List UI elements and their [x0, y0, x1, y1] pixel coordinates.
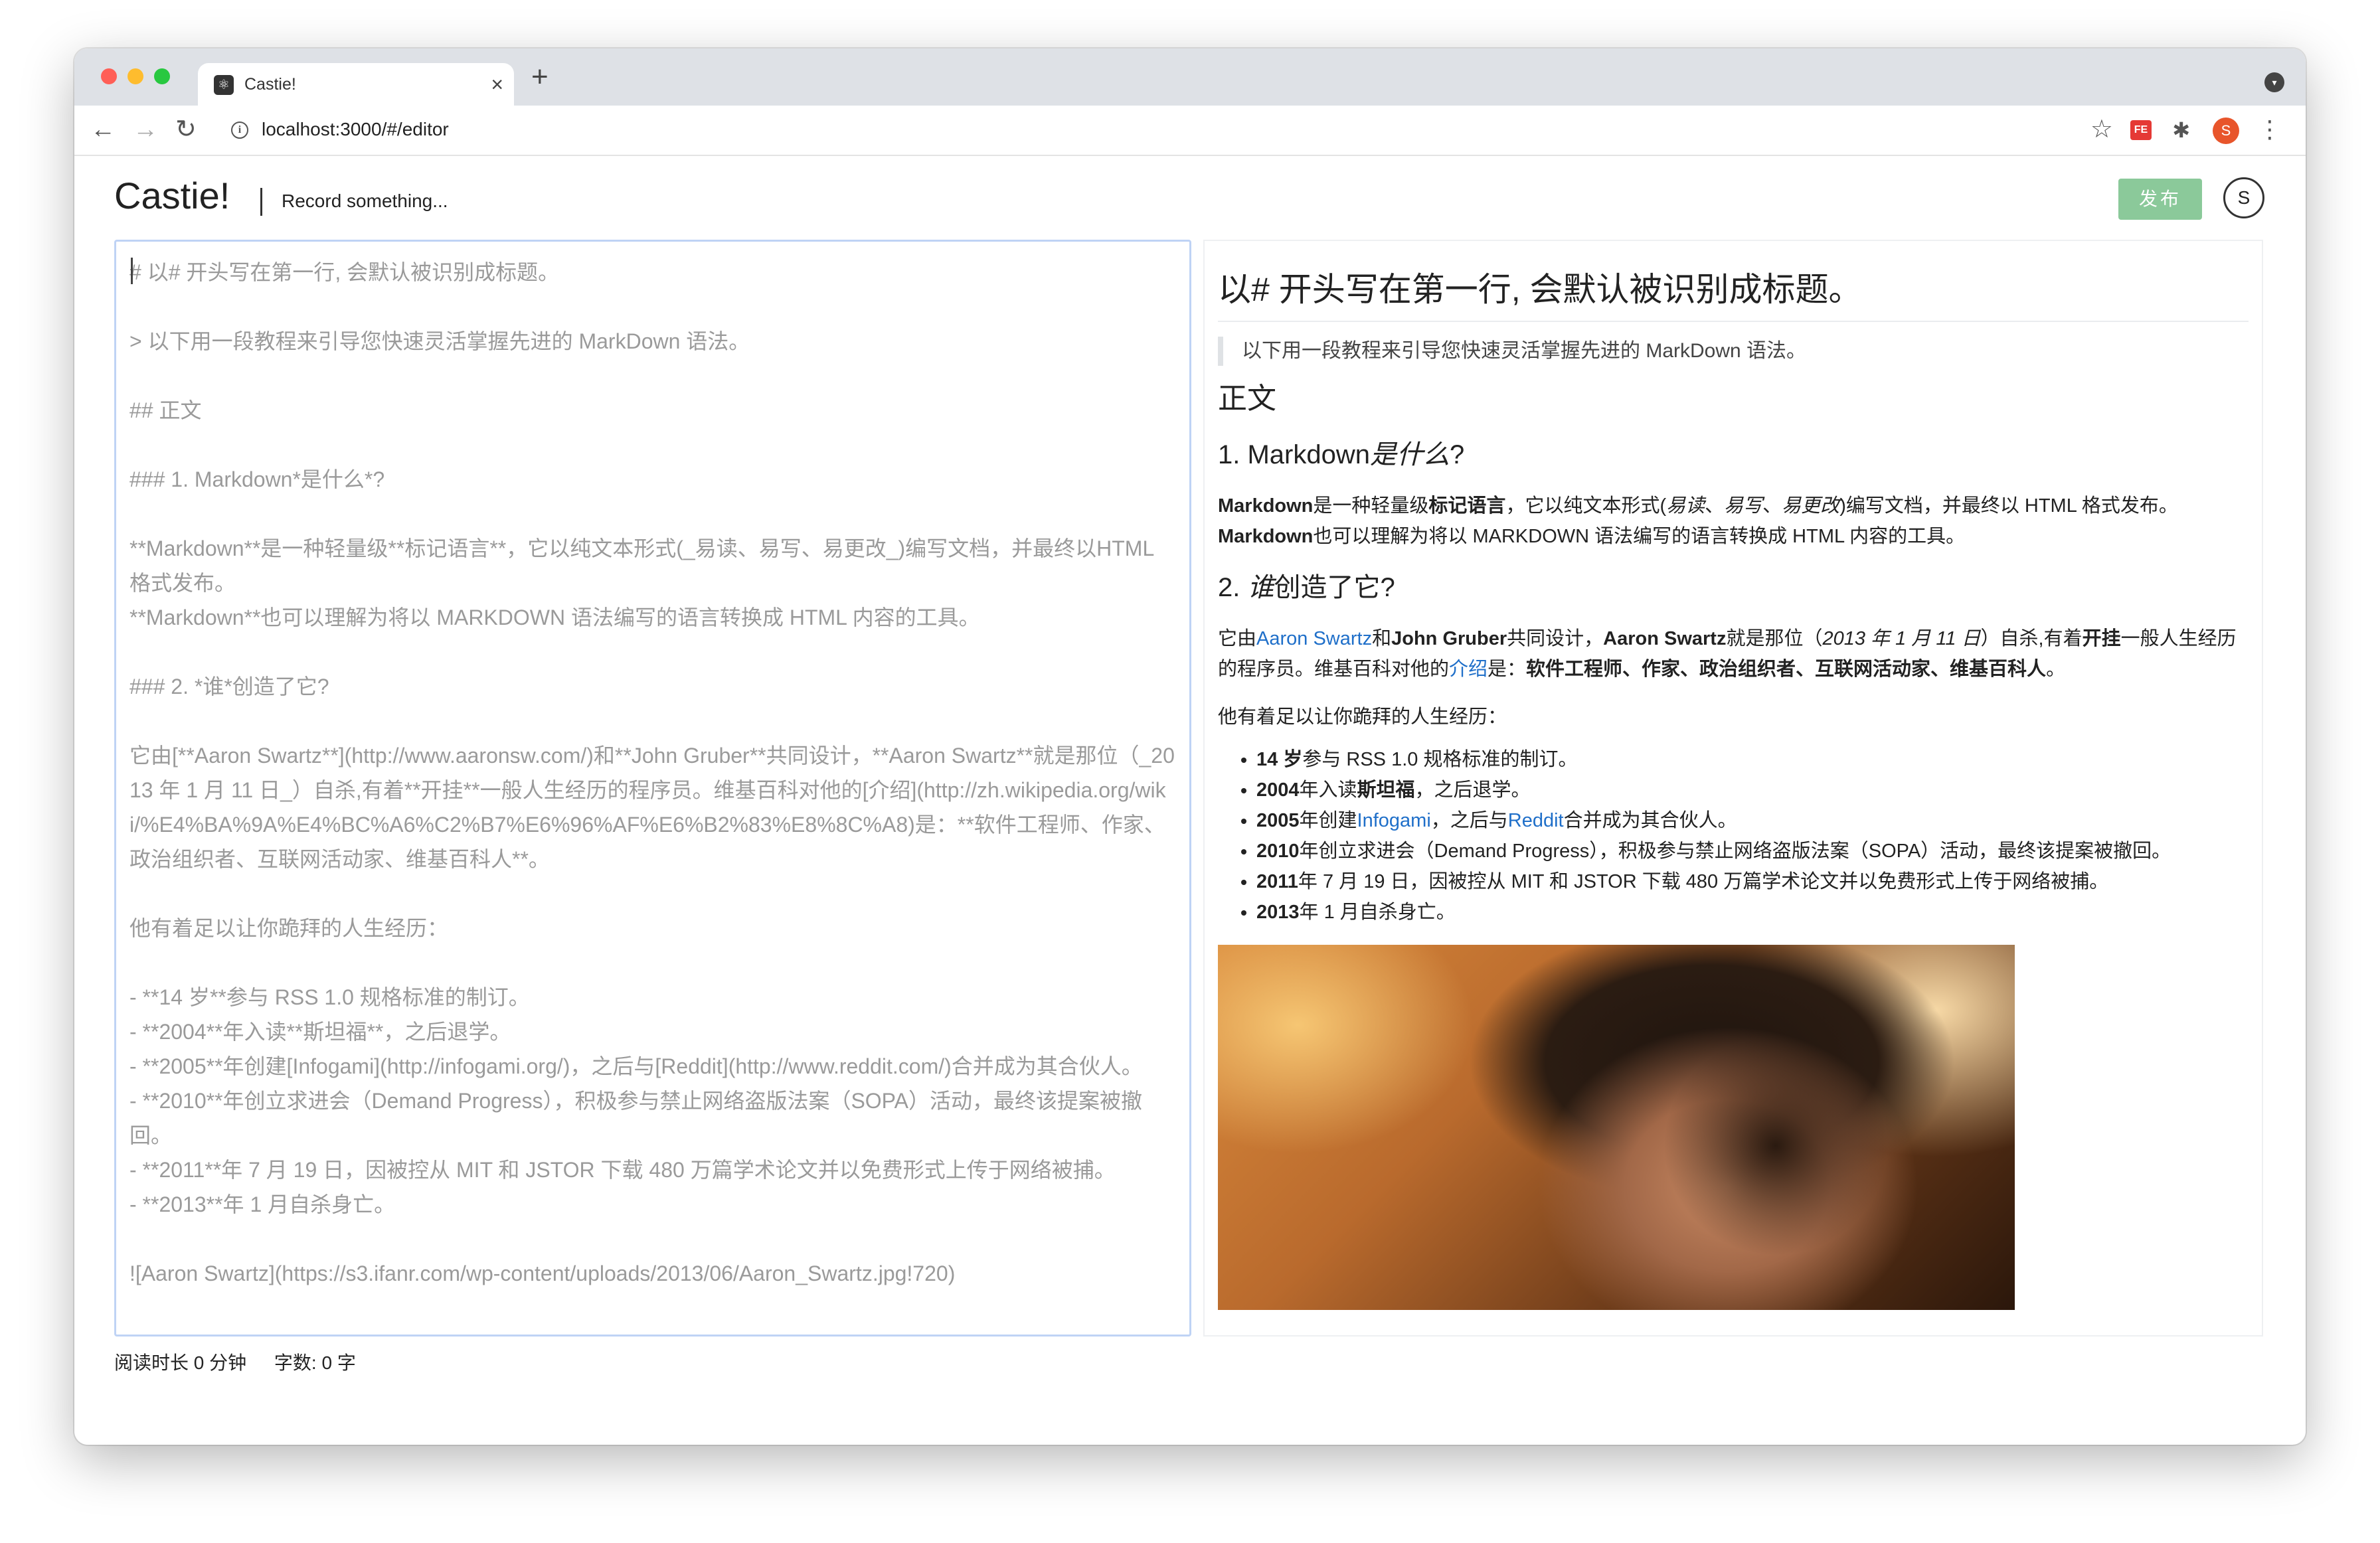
preview-paragraph-life: 他有着足以让你跪拜的人生经历： — [1218, 706, 1507, 728]
list-item: 14 岁参与 RSS 1.0 规格标准的制订。 — [1256, 744, 2249, 775]
aaron-swartz-link[interactable]: Aaron Swartz — [1256, 628, 1372, 649]
editor-line: ### 2. *谁*创造了它? — [129, 675, 329, 698]
fe-extension-icon[interactable]: FE — [2130, 120, 2152, 140]
word-count: 字数: 0 字 — [274, 1352, 356, 1373]
editor-line: **Markdown**也可以理解为将以 MARKDOWN 语法编写的语言转换成… — [129, 606, 980, 629]
editor-line: # 以# 开头写在第一行, 会默认被识别成标题。 — [129, 260, 560, 284]
reddit-link[interactable]: Reddit — [1508, 810, 1564, 831]
user-avatar[interactable]: S — [2223, 177, 2264, 218]
markdown-editor[interactable]: # 以# 开头写在第一行, 会默认被识别成标题。 > 以下用一段教程来引导您快速灵… — [114, 240, 1191, 1337]
record-status: Record something... — [282, 191, 448, 211]
text-caret — [131, 258, 133, 284]
editor-line: 它由[**Aaron Swartz**](http://www.aaronsw.… — [129, 744, 1175, 871]
preview-paragraph-markdown: Markdown是一种轻量级标记语言，它以纯文本形式(易读、易写、易更改)编写文… — [1218, 495, 2178, 547]
editor-line: > 以下用一段教程来引导您快速灵活掌握先进的 MarkDown 语法。 — [129, 329, 750, 353]
editor-line: **Markdown**是一种轻量级**标记语言**，它以纯文本形式(_易读、易… — [129, 536, 1159, 595]
list-item: 2004年入读斯坦福，之后退学。 — [1256, 775, 2249, 805]
reload-icon[interactable]: ↻ — [175, 112, 197, 147]
list-item: 2011年 7 月 19 日，因被控从 MIT 和 JSTOR 下载 480 万… — [1256, 866, 2249, 897]
back-arrow-icon[interactable]: ← — [90, 112, 116, 147]
preview-heading-who-created: 2. 谁创造了它? — [1218, 573, 1395, 602]
editor-line: - **14 岁**参与 RSS 1.0 规格标准的制订。 — [129, 985, 530, 1009]
address-bar[interactable]: localhost:3000/#/editor — [262, 118, 449, 141]
editor-line: - **2004**年入读**斯坦福**，之后退学。 — [129, 1020, 511, 1044]
close-tab-icon[interactable]: × — [491, 70, 503, 99]
editor-line: ![Aaron Swartz](https://s3.ifanr.com/wp-… — [129, 1261, 956, 1285]
minimize-window-button[interactable] — [128, 68, 143, 84]
wikipedia-intro-link[interactable]: 介绍 — [1449, 659, 1488, 680]
tab-title: Castie! — [244, 75, 296, 94]
tab-castie[interactable]: ⚛ Castie! × — [198, 63, 514, 106]
preview-title: 以# 开头写在第一行, 会默认被识别成标题。 — [1218, 268, 2249, 322]
editor-blank-line — [129, 876, 1176, 911]
publish-button[interactable]: 发布 — [2118, 179, 2202, 220]
markdown-preview: 以# 开头写在第一行, 会默认被识别成标题。 以下用一段教程来引导您快速灵活掌握… — [1203, 240, 2263, 1337]
site-info-icon[interactable]: i — [231, 122, 248, 139]
tab-strip: ⚛ Castie! × + ▾ — [74, 48, 2306, 106]
editor-line: ## 正文 — [129, 398, 202, 422]
app-title: Castie! — [114, 175, 230, 216]
editor-blank-line — [129, 428, 1176, 462]
bookmark-star-icon[interactable]: ☆ — [2090, 112, 2113, 147]
editor-blank-line — [129, 945, 1176, 980]
preview-heading-what-is-markdown: 1. Markdown是什么? — [1218, 440, 1465, 469]
browser-profile-avatar[interactable]: S — [2213, 118, 2239, 144]
browser-menu-icon[interactable]: ⋮ — [2258, 112, 2282, 147]
preview-paragraph-creator: 它由Aaron Swartz和John Gruber共同设计，Aaron Swa… — [1218, 628, 2237, 680]
editor-content: # 以# 开头写在第一行, 会默认被识别成标题。 > 以下用一段教程来引导您快速灵… — [129, 255, 1176, 1291]
new-tab-button[interactable]: + — [531, 62, 549, 92]
editor-line: - **2013**年 1 月自杀身亡。 — [129, 1192, 396, 1216]
browser-window: ⚛ Castie! × + ▾ ← → ↻ i localhost:3000/#… — [74, 48, 2306, 1445]
title-divider — [260, 188, 262, 216]
preview-heading-body: 正文 — [1218, 382, 1276, 415]
close-window-button[interactable] — [101, 68, 117, 84]
zoom-window-button[interactable] — [154, 68, 170, 84]
editor-blank-line — [129, 289, 1176, 324]
browser-toolbar: ← → ↻ i localhost:3000/#/editor ☆ FE ✱ S… — [74, 106, 2306, 156]
react-logo-icon: ⚛ — [214, 75, 234, 95]
extensions-puzzle-icon[interactable]: ✱ — [2172, 114, 2190, 147]
aaron-swartz-photo — [1218, 945, 2015, 1310]
editor-line: - **2005**年创建[Infogami](http://infogami.… — [129, 1054, 1143, 1078]
editor-blank-line — [129, 635, 1176, 669]
list-item: 2010年创立求进会（Demand Progress），积极参与禁止网络盗版法案… — [1256, 836, 2249, 866]
status-bar: 阅读时长 0 分钟 字数: 0 字 — [114, 1350, 379, 1376]
reading-time: 阅读时长 0 分钟 — [114, 1352, 247, 1373]
editor-line: - **2010**年创立求进会（Demand Progress），积极参与禁止… — [129, 1089, 1142, 1147]
preview-blockquote: 以下用一段教程来引导您快速灵活掌握先进的 MarkDown 语法。 — [1218, 337, 2249, 366]
list-item: 2005年创建Infogami，之后与Reddit合并成为其合伙人。 — [1256, 805, 2249, 836]
editor-line: 他有着足以让你跪拜的人生经历： — [129, 916, 449, 940]
editor-blank-line — [129, 704, 1176, 738]
infogami-link[interactable]: Infogami — [1357, 810, 1431, 831]
editor-blank-line — [129, 359, 1176, 393]
forward-arrow-icon[interactable]: → — [133, 112, 158, 147]
editor-line: ### 1. Markdown*是什么*? — [129, 467, 385, 491]
tab-search-icon[interactable]: ▾ — [2264, 72, 2284, 92]
preview-life-list: 14 岁参与 RSS 1.0 规格标准的制订。 2004年入读斯坦福，之后退学。… — [1218, 744, 2249, 928]
editor-line: - **2011**年 7 月 19 日，因被控从 MIT 和 JSTOR 下载… — [129, 1158, 1116, 1182]
editor-blank-line — [129, 1222, 1176, 1256]
list-item: 2013年 1 月自杀身亡。 — [1256, 897, 2249, 928]
editor-blank-line — [129, 497, 1176, 531]
